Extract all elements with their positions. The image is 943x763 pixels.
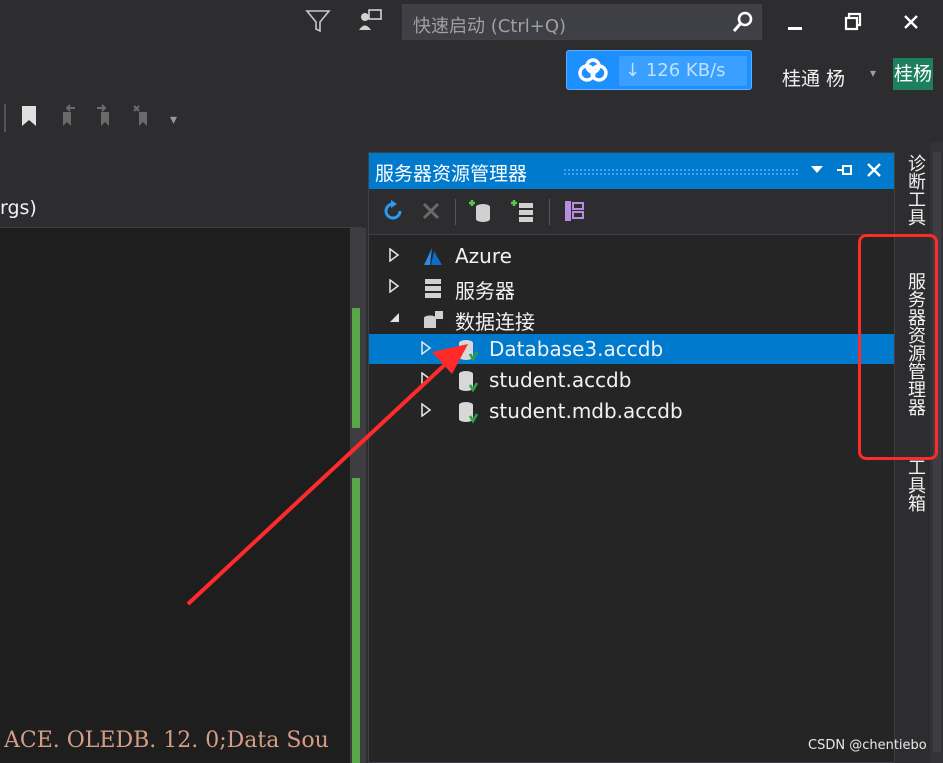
search-icon[interactable] xyxy=(731,10,755,34)
toolbar-separator xyxy=(549,199,550,225)
clear-bookmarks-icon[interactable] xyxy=(131,104,155,128)
rate-arrow: ↓ xyxy=(625,60,641,81)
sharepoint-icon[interactable] xyxy=(561,197,589,225)
refresh-icon[interactable] xyxy=(381,199,405,223)
expand-arrow-icon[interactable] xyxy=(419,403,433,417)
download-rate: ↓ 126 KB/s xyxy=(619,56,747,86)
next-bookmark-icon[interactable] xyxy=(93,104,117,128)
expand-arrow-icon[interactable] xyxy=(419,341,433,355)
feedback-icon[interactable] xyxy=(357,8,383,34)
toolbar-overflow-icon[interactable]: ▾ xyxy=(170,112,177,128)
close-window-icon[interactable] xyxy=(896,8,926,36)
username[interactable]: 桂通 杨 xyxy=(782,64,845,91)
previous-bookmark-icon[interactable] xyxy=(57,104,81,128)
watermark: CSDN @chentiebo xyxy=(808,738,927,753)
quick-launch-placeholder: 快速启动 (Ctrl+Q) xyxy=(413,16,567,37)
code-line[interactable]: ACE. OLEDB. 12. 0;Data Sou xyxy=(4,728,350,753)
panel-title: 服务器资源管理器 xyxy=(375,163,528,185)
tree-item-student-mdb-accdb[interactable]: student.mdb.accdb xyxy=(369,396,894,426)
account-bar: ↓ 126 KB/s 桂通 杨 ▾ 桂杨 xyxy=(0,44,943,98)
quick-launch-input[interactable]: 快速启动 (Ctrl+Q) xyxy=(402,4,762,40)
connect-database-icon[interactable] xyxy=(467,197,495,225)
database-icon xyxy=(459,402,479,424)
cloud-icon xyxy=(578,58,608,82)
bookmark-icon[interactable] xyxy=(18,104,40,128)
expand-arrow-icon[interactable] xyxy=(419,372,433,386)
tab-diagnostic-tools[interactable]: 诊断工具 xyxy=(898,148,926,232)
rate-value: 126 xyxy=(645,60,681,81)
tree-item-student-accdb[interactable]: student.accdb xyxy=(369,365,894,395)
database-icon xyxy=(459,340,479,362)
rate-unit: KB/s xyxy=(685,60,726,81)
collapse-arrow-icon[interactable] xyxy=(387,310,401,324)
toolbar: ▾ xyxy=(0,98,943,142)
tree-item-database3[interactable]: Database3.accdb xyxy=(369,334,894,364)
toolbar-separator xyxy=(4,104,6,132)
filter-icon[interactable] xyxy=(305,8,331,34)
chevron-down-icon[interactable] xyxy=(809,161,825,177)
tree-item-label: 服务器 xyxy=(455,279,515,303)
tree-item-azure[interactable]: Azure xyxy=(369,241,894,271)
chevron-down-icon[interactable]: ▾ xyxy=(870,66,876,80)
database-icon xyxy=(459,371,479,393)
tree-item-label: student.mdb.accdb xyxy=(489,399,683,423)
connect-server-icon[interactable] xyxy=(509,197,537,225)
code-editor[interactable] xyxy=(0,228,350,763)
toolbar-separator xyxy=(455,199,456,225)
pin-icon[interactable] xyxy=(835,161,855,179)
tree-item-label: 数据连接 xyxy=(455,310,535,334)
tree-item-label: Database3.accdb xyxy=(489,337,664,361)
tree-item-data-connections[interactable]: 数据连接 xyxy=(369,303,894,334)
expand-arrow-icon[interactable] xyxy=(387,248,401,262)
download-speed-badge[interactable]: ↓ 126 KB/s xyxy=(566,50,752,90)
editor-tab-text: rgs) xyxy=(0,197,37,219)
editor-signature-bar: rgs) xyxy=(0,188,362,228)
change-marker xyxy=(352,478,360,763)
expand-arrow-icon[interactable] xyxy=(387,279,401,293)
tree-item-label: student.accdb xyxy=(489,368,632,392)
editor-scrollbar[interactable] xyxy=(350,228,366,763)
panel-grip[interactable] xyxy=(563,168,799,176)
restore-icon[interactable] xyxy=(838,8,868,36)
tab-toolbox[interactable]: 工具箱 xyxy=(898,452,926,518)
close-icon[interactable] xyxy=(863,159,885,181)
panel-header[interactable]: 服务器资源管理器 xyxy=(369,153,894,189)
stop-icon[interactable] xyxy=(419,199,443,223)
tree-item-servers[interactable]: 服务器 xyxy=(369,272,894,303)
annotation-highlight-box xyxy=(858,234,938,460)
server-explorer-toolbar xyxy=(369,189,894,235)
change-marker xyxy=(352,308,360,428)
avatar[interactable]: 桂杨 xyxy=(893,58,933,90)
servers-icon xyxy=(425,279,441,298)
data-connections-icon xyxy=(424,311,443,328)
minimize-icon[interactable] xyxy=(780,8,810,36)
server-explorer-panel: 服务器资源管理器 Azure 服务器 数据连接 Database3.accdb … xyxy=(368,152,895,763)
tree-item-label: Azure xyxy=(455,244,512,268)
azure-icon xyxy=(424,248,442,265)
title-bar: 快速启动 (Ctrl+Q) xyxy=(0,0,943,44)
